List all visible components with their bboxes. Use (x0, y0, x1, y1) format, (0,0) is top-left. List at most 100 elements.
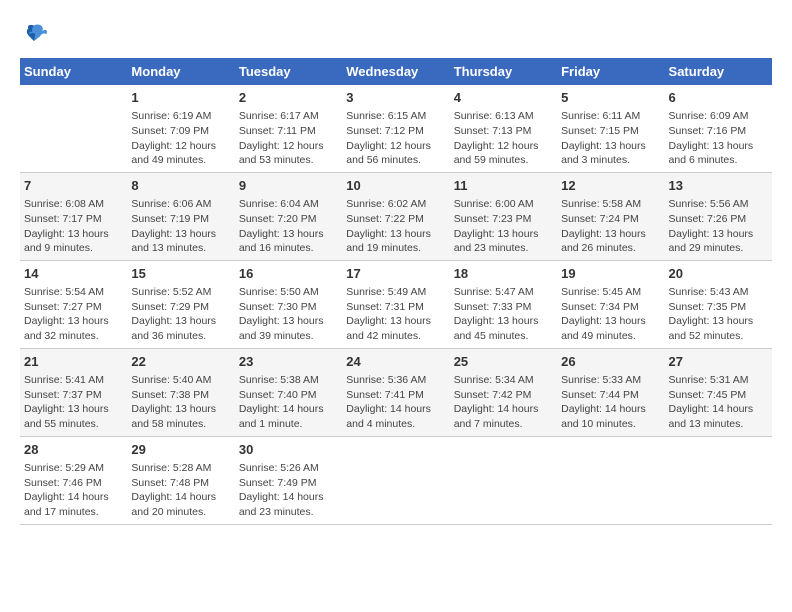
calendar-cell: 26 Sunrise: 5:33 AM Sunset: 7:44 PM Dayli… (557, 348, 664, 436)
day-content: Sunrise: 5:43 AM Sunset: 7:35 PM Dayligh… (669, 285, 768, 344)
day-number: 29 (131, 441, 230, 459)
day-content: Sunrise: 5:58 AM Sunset: 7:24 PM Dayligh… (561, 197, 660, 256)
day-number: 17 (346, 265, 445, 283)
day-content: Sunrise: 5:49 AM Sunset: 7:31 PM Dayligh… (346, 285, 445, 344)
day-number: 21 (24, 353, 123, 371)
day-number: 14 (24, 265, 123, 283)
day-content: Sunrise: 5:28 AM Sunset: 7:48 PM Dayligh… (131, 461, 230, 520)
calendar-cell (342, 436, 449, 524)
calendar-cell: 29 Sunrise: 5:28 AM Sunset: 7:48 PM Dayli… (127, 436, 234, 524)
day-number: 6 (669, 89, 768, 107)
calendar-cell: 3Sunrise: 6:15 AM Sunset: 7:12 PM Daylig… (342, 85, 449, 172)
weekday-header: Sunday (20, 58, 127, 85)
day-number: 18 (454, 265, 553, 283)
day-number: 1 (131, 89, 230, 107)
calendar-cell: 12Sunrise: 5:58 AM Sunset: 7:24 PM Dayli… (557, 172, 664, 260)
day-content: Sunrise: 6:02 AM Sunset: 7:22 PM Dayligh… (346, 197, 445, 256)
day-number: 2 (239, 89, 338, 107)
calendar-cell: 8 Sunrise: 6:06 AM Sunset: 7:19 PM Daylig… (127, 172, 234, 260)
day-content: Sunrise: 6:04 AM Sunset: 7:20 PM Dayligh… (239, 197, 338, 256)
calendar-cell: 4 Sunrise: 6:13 AM Sunset: 7:13 PM Daylig… (450, 85, 557, 172)
calendar-cell (557, 436, 664, 524)
day-content: Sunrise: 6:19 AM Sunset: 7:09 PM Dayligh… (131, 109, 230, 168)
day-number: 19 (561, 265, 660, 283)
logo (20, 20, 52, 48)
logo-icon (20, 20, 48, 48)
day-content: Sunrise: 5:45 AM Sunset: 7:34 PM Dayligh… (561, 285, 660, 344)
calendar-week-row: 14 Sunrise: 5:54 AM Sunset: 7:27 PM Dayli… (20, 260, 772, 348)
calendar-cell: 27 Sunrise: 5:31 AM Sunset: 7:45 PM Dayli… (665, 348, 772, 436)
calendar-cell: 18 Sunrise: 5:47 AM Sunset: 7:33 PM Dayli… (450, 260, 557, 348)
calendar-cell: 25 Sunrise: 5:34 AM Sunset: 7:42 PM Dayli… (450, 348, 557, 436)
day-content: Sunrise: 6:08 AM Sunset: 7:17 PM Dayligh… (24, 197, 123, 256)
day-content: Sunrise: 5:26 AM Sunset: 7:49 PM Dayligh… (239, 461, 338, 520)
calendar-cell: 13 Sunrise: 5:56 AM Sunset: 7:26 PM Dayli… (665, 172, 772, 260)
weekday-header: Friday (557, 58, 664, 85)
day-number: 7 (24, 177, 123, 195)
calendar-week-row: 28 Sunrise: 5:29 AM Sunset: 7:46 PM Dayli… (20, 436, 772, 524)
day-number: 30 (239, 441, 338, 459)
calendar-cell: 15 Sunrise: 5:52 AM Sunset: 7:29 PM Dayli… (127, 260, 234, 348)
day-number: 16 (239, 265, 338, 283)
day-number: 15 (131, 265, 230, 283)
day-content: Sunrise: 5:34 AM Sunset: 7:42 PM Dayligh… (454, 373, 553, 432)
day-number: 25 (454, 353, 553, 371)
day-content: Sunrise: 5:31 AM Sunset: 7:45 PM Dayligh… (669, 373, 768, 432)
calendar-cell: 10 Sunrise: 6:02 AM Sunset: 7:22 PM Dayli… (342, 172, 449, 260)
calendar-cell: 20Sunrise: 5:43 AM Sunset: 7:35 PM Dayli… (665, 260, 772, 348)
calendar-cell (665, 436, 772, 524)
day-content: Sunrise: 5:41 AM Sunset: 7:37 PM Dayligh… (24, 373, 123, 432)
day-content: Sunrise: 5:38 AM Sunset: 7:40 PM Dayligh… (239, 373, 338, 432)
calendar-cell: 7 Sunrise: 6:08 AM Sunset: 7:17 PM Daylig… (20, 172, 127, 260)
calendar-cell (450, 436, 557, 524)
day-number: 28 (24, 441, 123, 459)
calendar-cell (20, 85, 127, 172)
calendar-week-row: 7 Sunrise: 6:08 AM Sunset: 7:17 PM Daylig… (20, 172, 772, 260)
calendar-cell: 11Sunrise: 6:00 AM Sunset: 7:23 PM Dayli… (450, 172, 557, 260)
day-content: Sunrise: 5:36 AM Sunset: 7:41 PM Dayligh… (346, 373, 445, 432)
day-number: 13 (669, 177, 768, 195)
day-content: Sunrise: 6:06 AM Sunset: 7:19 PM Dayligh… (131, 197, 230, 256)
day-number: 10 (346, 177, 445, 195)
calendar-cell: 1 Sunrise: 6:19 AM Sunset: 7:09 PM Daylig… (127, 85, 234, 172)
day-number: 22 (131, 353, 230, 371)
day-number: 11 (454, 177, 553, 195)
weekday-header: Saturday (665, 58, 772, 85)
day-number: 23 (239, 353, 338, 371)
day-content: Sunrise: 6:09 AM Sunset: 7:16 PM Dayligh… (669, 109, 768, 168)
day-content: Sunrise: 5:29 AM Sunset: 7:46 PM Dayligh… (24, 461, 123, 520)
day-content: Sunrise: 5:54 AM Sunset: 7:27 PM Dayligh… (24, 285, 123, 344)
calendar-cell: 17 Sunrise: 5:49 AM Sunset: 7:31 PM Dayli… (342, 260, 449, 348)
day-number: 8 (131, 177, 230, 195)
day-number: 26 (561, 353, 660, 371)
page-header (20, 20, 772, 48)
calendar-cell: 14 Sunrise: 5:54 AM Sunset: 7:27 PM Dayli… (20, 260, 127, 348)
day-number: 3 (346, 89, 445, 107)
day-number: 4 (454, 89, 553, 107)
weekday-header: Wednesday (342, 58, 449, 85)
day-content: Sunrise: 5:33 AM Sunset: 7:44 PM Dayligh… (561, 373, 660, 432)
day-content: Sunrise: 6:13 AM Sunset: 7:13 PM Dayligh… (454, 109, 553, 168)
calendar-cell: 6 Sunrise: 6:09 AM Sunset: 7:16 PM Daylig… (665, 85, 772, 172)
calendar-cell: 9Sunrise: 6:04 AM Sunset: 7:20 PM Daylig… (235, 172, 342, 260)
calendar-cell: 30 Sunrise: 5:26 AM Sunset: 7:49 PM Dayli… (235, 436, 342, 524)
calendar-cell: 16Sunrise: 5:50 AM Sunset: 7:30 PM Dayli… (235, 260, 342, 348)
calendar-week-row: 21 Sunrise: 5:41 AM Sunset: 7:37 PM Dayli… (20, 348, 772, 436)
calendar-cell: 5Sunrise: 6:11 AM Sunset: 7:15 PM Daylig… (557, 85, 664, 172)
calendar-cell: 23 Sunrise: 5:38 AM Sunset: 7:40 PM Dayli… (235, 348, 342, 436)
day-number: 24 (346, 353, 445, 371)
day-number: 27 (669, 353, 768, 371)
day-content: Sunrise: 5:40 AM Sunset: 7:38 PM Dayligh… (131, 373, 230, 432)
weekday-header-row: SundayMondayTuesdayWednesdayThursdayFrid… (20, 58, 772, 85)
day-content: Sunrise: 5:47 AM Sunset: 7:33 PM Dayligh… (454, 285, 553, 344)
weekday-header: Monday (127, 58, 234, 85)
day-content: Sunrise: 5:52 AM Sunset: 7:29 PM Dayligh… (131, 285, 230, 344)
calendar-cell: 22 Sunrise: 5:40 AM Sunset: 7:38 PM Dayli… (127, 348, 234, 436)
weekday-header: Tuesday (235, 58, 342, 85)
calendar-cell: 24 Sunrise: 5:36 AM Sunset: 7:41 PM Dayli… (342, 348, 449, 436)
calendar-week-row: 1 Sunrise: 6:19 AM Sunset: 7:09 PM Daylig… (20, 85, 772, 172)
calendar-table: SundayMondayTuesdayWednesdayThursdayFrid… (20, 58, 772, 525)
weekday-header: Thursday (450, 58, 557, 85)
day-content: Sunrise: 5:56 AM Sunset: 7:26 PM Dayligh… (669, 197, 768, 256)
day-content: Sunrise: 6:17 AM Sunset: 7:11 PM Dayligh… (239, 109, 338, 168)
